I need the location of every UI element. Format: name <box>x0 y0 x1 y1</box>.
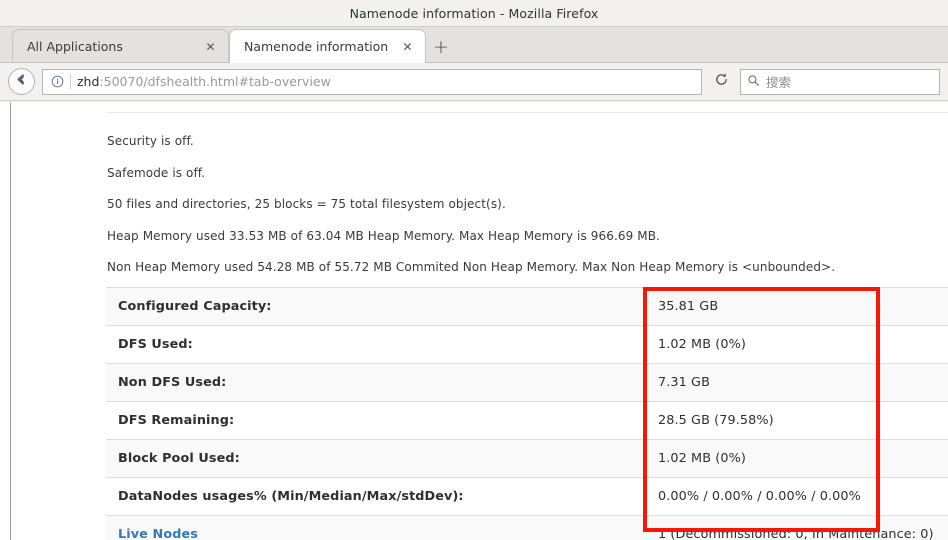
row-key: DFS Remaining: <box>106 401 646 440</box>
table-row: DFS Remaining: 28.5 GB (79.58%) <box>106 401 948 440</box>
summary-filesystem: 50 files and directories, 25 blocks = 75… <box>107 197 506 211</box>
live-nodes-link[interactable]: Live Nodes <box>118 527 198 540</box>
table-row: Live Nodes 1 (Decommissioned: 0, In Main… <box>106 515 948 540</box>
reload-button[interactable] <box>709 70 733 94</box>
url-separator <box>70 74 71 89</box>
page-viewport: Security is off. Safemode is off. 50 fil… <box>0 102 948 540</box>
row-value: 0.00% / 0.00% / 0.00% / 0.00% <box>646 477 948 516</box>
tab-namenode-information[interactable]: Namenode information ✕ <box>229 29 426 63</box>
url-text: zhd:50070/dfshealth.html#tab-overview <box>77 74 697 89</box>
summary-heap-memory: Heap Memory used 33.53 MB of 63.04 MB He… <box>107 229 660 243</box>
new-tab-button[interactable]: + <box>426 31 456 63</box>
tab-label: All Applications <box>27 39 123 54</box>
row-value: 1 (Decommissioned: 0, In Maintenance: 0) <box>646 515 948 540</box>
window-titlebar: Namenode information - Mozilla Firefox <box>0 0 948 27</box>
close-icon[interactable]: ✕ <box>400 39 415 54</box>
content-divider <box>107 112 948 113</box>
back-arrow-icon <box>14 72 29 91</box>
summary-nonheap-memory: Non Heap Memory used 54.28 MB of 55.72 M… <box>107 260 836 274</box>
row-value: 1.02 MB (0%) <box>646 439 948 478</box>
table-row: Configured Capacity: 35.81 GB <box>106 287 948 326</box>
row-key: DataNodes usages% (Min/Median/Max/stdDev… <box>106 477 646 516</box>
summary-security: Security is off. <box>107 134 194 148</box>
tab-label: Namenode information <box>244 39 389 54</box>
tab-all-applications[interactable]: All Applications ✕ <box>12 29 229 63</box>
overview-table: Configured Capacity: 35.81 GB DFS Used: … <box>106 287 948 540</box>
dfshealth-page: Security is off. Safemode is off. 50 fil… <box>12 102 948 540</box>
search-bar[interactable]: 搜索 <box>740 68 940 95</box>
summary-safemode: Safemode is off. <box>107 166 206 180</box>
row-key: DFS Used: <box>106 325 646 364</box>
window-title: Namenode information - Mozilla Firefox <box>349 5 599 21</box>
page-left-gutter <box>0 102 11 540</box>
table-row: Non DFS Used: 7.31 GB <box>106 363 948 402</box>
tab-strip: All Applications ✕ Namenode information … <box>0 27 948 63</box>
table-row: Block Pool Used: 1.02 MB (0%) <box>106 439 948 478</box>
url-path: :50070/dfshealth.html#tab-overview <box>99 74 331 89</box>
row-key: Block Pool Used: <box>106 439 646 478</box>
url-bar[interactable]: zhd:50070/dfshealth.html#tab-overview <box>42 68 702 95</box>
url-host: zhd <box>77 74 100 89</box>
row-value: 35.81 GB <box>646 287 948 326</box>
browser-window: Namenode information - Mozilla Firefox A… <box>0 0 948 540</box>
row-key: Configured Capacity: <box>106 287 646 326</box>
row-key: Non DFS Used: <box>106 363 646 402</box>
table-row: DFS Used: 1.02 MB (0%) <box>106 325 948 364</box>
table-row: DataNodes usages% (Min/Median/Max/stdDev… <box>106 477 948 516</box>
back-button[interactable] <box>8 68 35 95</box>
close-icon[interactable]: ✕ <box>203 39 218 54</box>
info-circle-icon[interactable] <box>49 73 66 90</box>
row-key: Live Nodes <box>106 515 646 540</box>
search-input[interactable]: 搜索 <box>766 72 791 91</box>
navigation-toolbar: zhd:50070/dfshealth.html#tab-overview 搜索 <box>0 63 948 101</box>
search-icon <box>747 72 760 91</box>
row-value: 28.5 GB (79.58%) <box>646 401 948 440</box>
reload-icon <box>714 72 729 91</box>
row-value: 1.02 MB (0%) <box>646 325 948 364</box>
row-value: 7.31 GB <box>646 363 948 402</box>
